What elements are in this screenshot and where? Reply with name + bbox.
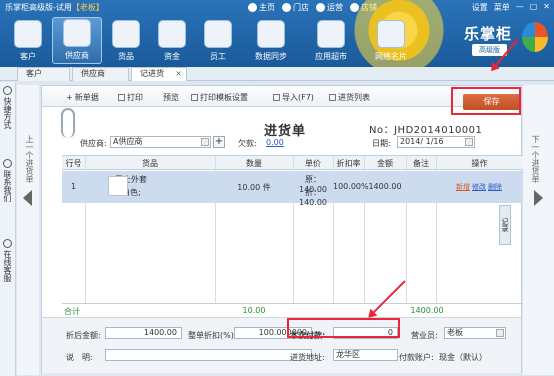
staff-icon bbox=[204, 20, 232, 48]
print-button[interactable]: 打印 bbox=[118, 92, 143, 103]
customer-icon bbox=[14, 20, 42, 48]
settings-button[interactable]: 设置 bbox=[472, 2, 488, 13]
import-button[interactable]: 导入(F7) bbox=[273, 92, 314, 103]
arrow-right-icon bbox=[534, 190, 543, 206]
tab-supplier[interactable]: 供应商 bbox=[72, 67, 129, 81]
chevron-down-icon bbox=[496, 329, 504, 337]
arrow-left-icon bbox=[23, 190, 32, 206]
row-actions: 新增 修改 删除 bbox=[437, 182, 523, 192]
nav-business-card[interactable]: 网络名片 bbox=[362, 17, 420, 64]
maximize-button[interactable]: ▢ bbox=[530, 2, 538, 13]
main-nav: 客户 供应商 货品 资金 员工 数据同步 应用超市 网络名片 bbox=[6, 17, 420, 64]
goods-icon bbox=[112, 20, 140, 48]
new-order-button[interactable]: + 新单据 bbox=[66, 92, 99, 103]
window-title: 乐掌柜高级版-试用【老板】 bbox=[5, 3, 104, 12]
nav-funds[interactable]: 资金 bbox=[150, 17, 194, 64]
top-banner: 乐掌柜高级版-试用【老板】 主页 门店 运营 店铺 设置 菜单 — ▢ ✕ 客户… bbox=[0, 0, 554, 67]
preview-button[interactable]: 预览 bbox=[163, 92, 179, 103]
row-edit-link[interactable]: 修改 bbox=[472, 183, 486, 191]
sidebar-shortcuts[interactable]: 快捷方式 bbox=[3, 97, 13, 129]
order-footer: 折后金额: 1400.00 整单折扣(%) 100.000000 本次付款: 0… bbox=[42, 317, 521, 373]
tab-customer[interactable]: 客户 bbox=[17, 67, 70, 81]
top-nav-home[interactable]: 主页 bbox=[248, 2, 275, 13]
tab-bar: 客户 供应商 记进货 × bbox=[0, 67, 554, 81]
calendar-dropdown-icon bbox=[465, 138, 473, 146]
document-number: No：JHD2014010001 bbox=[369, 125, 483, 136]
after-discount-field[interactable]: 1400.00 bbox=[105, 327, 182, 339]
remark-field[interactable] bbox=[105, 349, 312, 361]
phone-icon bbox=[3, 159, 12, 168]
printer-icon bbox=[118, 94, 125, 101]
supplier-label: 供应商: bbox=[80, 139, 107, 148]
import-icon bbox=[273, 94, 280, 101]
home-icon bbox=[248, 3, 257, 12]
template-icon bbox=[191, 94, 198, 101]
toolbar: + 新单据 打印 预览 打印模板设置 导入(F7) 进货列表 bbox=[42, 86, 521, 107]
nav-supplier[interactable]: 供应商 bbox=[52, 17, 102, 64]
goods-table: 行号 货品 数量 单价 折扣率 金额 备注 操作 1 男士外套 L;白色; 10… bbox=[62, 155, 523, 304]
nav-data-sync[interactable]: 数据同步 bbox=[242, 17, 300, 64]
prev-order-pager[interactable]: 上一个进货单 bbox=[17, 85, 39, 375]
row-add-link[interactable]: 新增 bbox=[456, 183, 470, 191]
logo-mark-icon bbox=[522, 22, 548, 52]
plus-icon: + bbox=[66, 93, 73, 102]
close-tab-icon[interactable]: × bbox=[175, 68, 182, 80]
operation-icon bbox=[316, 3, 325, 12]
supplier-icon bbox=[63, 19, 91, 47]
business-card-icon bbox=[377, 20, 405, 48]
supplier-field[interactable]: A供应商 bbox=[110, 136, 211, 148]
nav-staff[interactable]: 员工 bbox=[196, 17, 240, 64]
next-order-pager[interactable]: 下一个进货单 bbox=[523, 85, 554, 375]
nav-customer[interactable]: 客户 bbox=[6, 17, 50, 64]
row-delete-link[interactable]: 删除 bbox=[488, 183, 502, 191]
payment-account-value[interactable]: 现金（默认） bbox=[439, 352, 487, 363]
add-supplier-button[interactable]: + bbox=[213, 136, 225, 148]
product-thumbnail bbox=[108, 176, 128, 196]
debt-value-link[interactable]: 0.00 bbox=[266, 138, 284, 147]
funds-icon bbox=[158, 20, 186, 48]
top-nav-store[interactable]: 门店 bbox=[282, 2, 309, 13]
date-field[interactable]: 2014/ 1/16 bbox=[397, 136, 475, 148]
table-row[interactable]: 1 男士外套 L;白色; 10.00 件 原：140.00 折：140.00 1… bbox=[62, 171, 523, 207]
list-icon bbox=[329, 94, 336, 101]
paperclip-icon bbox=[61, 108, 75, 138]
purchase-order-panel: + 新单据 打印 预览 打印模板设置 导入(F7) 进货列表 保存 进货单 No：… bbox=[41, 85, 523, 373]
store-icon bbox=[282, 3, 291, 12]
window-controls: 设置 菜单 — ▢ ✕ bbox=[472, 2, 550, 13]
chevron-down-icon bbox=[201, 138, 209, 146]
left-sidebar: 快捷方式 联系我们 在线客服 bbox=[0, 82, 16, 376]
totals-row: 合计 10.00 1400.00 bbox=[62, 303, 523, 316]
headset-icon bbox=[3, 239, 12, 248]
tab-purchase-entry[interactable]: 记进货 × bbox=[131, 67, 187, 81]
sidebar-contact-us[interactable]: 联系我们 bbox=[3, 170, 13, 202]
payment-highlight-box bbox=[287, 318, 400, 338]
document-title: 进货单 bbox=[264, 124, 307, 139]
print-template-button[interactable]: 打印模板设置 bbox=[191, 92, 248, 103]
top-nav-operation[interactable]: 运营 bbox=[316, 2, 343, 13]
minimize-button[interactable]: — bbox=[516, 2, 524, 13]
nav-goods[interactable]: 货品 bbox=[104, 17, 148, 64]
date-label: 日期: bbox=[372, 139, 391, 148]
record-side-tab[interactable]: 记录 bbox=[499, 205, 511, 245]
close-button[interactable]: ✕ bbox=[543, 2, 550, 13]
shortcut-icon bbox=[3, 86, 12, 95]
app-store-icon bbox=[317, 20, 345, 48]
sync-icon bbox=[257, 20, 285, 48]
order-list-button[interactable]: 进货列表 bbox=[329, 92, 370, 103]
sidebar-online-support[interactable]: 在线客服 bbox=[3, 250, 13, 282]
debt-label: 欠款: bbox=[238, 139, 257, 148]
nav-app-store[interactable]: 应用超市 bbox=[302, 17, 360, 64]
address-field[interactable]: 龙华区 bbox=[333, 349, 398, 361]
salesperson-field[interactable]: 老板 bbox=[444, 327, 506, 339]
save-highlight-box bbox=[451, 87, 521, 115]
menu-button[interactable]: 菜单 bbox=[494, 2, 510, 13]
